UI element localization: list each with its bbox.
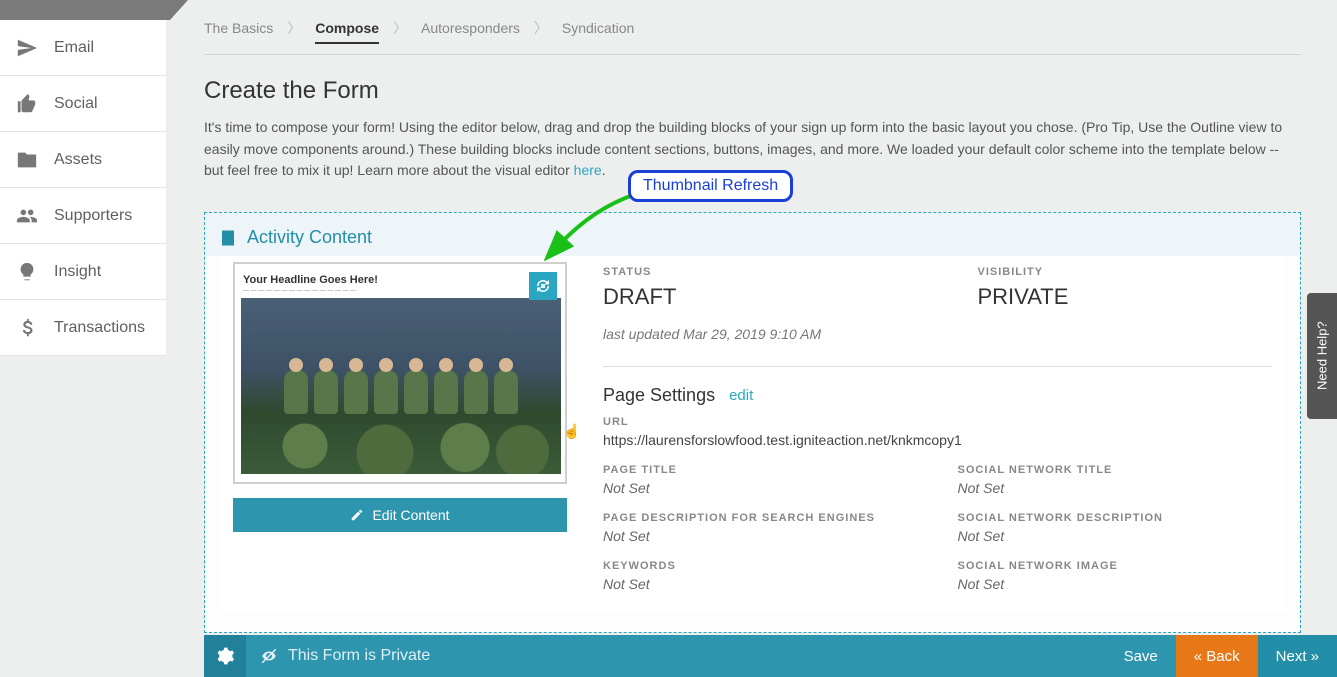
social-image-value: Not Set bbox=[958, 576, 1273, 592]
pencil-icon bbox=[350, 508, 364, 522]
crumb-syndication[interactable]: Syndication bbox=[562, 20, 634, 36]
page-description-value: Not Set bbox=[603, 528, 918, 544]
bottom-bar: This Form is Private Save « Back Next » bbox=[204, 635, 1337, 677]
sidebar-item-transactions[interactable]: Transactions bbox=[0, 300, 166, 356]
edit-content-label: Edit Content bbox=[372, 507, 449, 523]
sidebar-item-assets[interactable]: Assets bbox=[0, 132, 166, 188]
edit-content-button[interactable]: Edit Content bbox=[233, 498, 567, 532]
paper-plane-icon bbox=[16, 37, 38, 59]
privacy-text: This Form is Private bbox=[288, 647, 430, 665]
page-title-label: PAGE TITLE bbox=[603, 464, 918, 476]
sidebar-item-label: Supporters bbox=[54, 207, 132, 225]
url-value: https://laurensforslowfood.test.igniteac… bbox=[603, 432, 1272, 448]
crumb-the-basics[interactable]: The Basics bbox=[204, 20, 273, 36]
sidebar: Email Social Assets Supporters Insight T… bbox=[0, 0, 166, 677]
crumb-compose[interactable]: Compose bbox=[315, 20, 379, 44]
visibility-value: PRIVATE bbox=[978, 284, 1273, 310]
intro-link-here[interactable]: here bbox=[574, 162, 602, 178]
thumbnail-photo bbox=[241, 298, 561, 474]
social-title-value: Not Set bbox=[958, 480, 1273, 496]
eye-slash-icon bbox=[260, 647, 278, 665]
thumbnail-headline: Your Headline Goes Here! bbox=[241, 270, 559, 288]
sidebar-item-insight[interactable]: Insight bbox=[0, 244, 166, 300]
keywords-value: Not Set bbox=[603, 576, 918, 592]
content-thumbnail[interactable]: Your Headline Goes Here! — — — — — — — —… bbox=[233, 262, 567, 484]
visibility-label: VISIBILITY bbox=[978, 266, 1273, 278]
intro-period: . bbox=[602, 162, 606, 178]
crumb-autoresponders[interactable]: Autoresponders bbox=[421, 20, 520, 36]
breadcrumb: The Basics 〉 Compose 〉 Autoresponders 〉 … bbox=[204, 10, 1301, 55]
panel-title: Activity Content bbox=[247, 227, 372, 248]
meta-column: STATUS DRAFT VISIBILITY PRIVATE last upd… bbox=[603, 262, 1272, 592]
page-title-value: Not Set bbox=[603, 480, 918, 496]
next-button[interactable]: Next » bbox=[1258, 635, 1337, 677]
url-label: URL bbox=[603, 416, 1272, 428]
save-button[interactable]: Save bbox=[1106, 635, 1176, 677]
page-settings-edit-link[interactable]: edit bbox=[729, 387, 753, 404]
need-help-tab[interactable]: Need Help? bbox=[1307, 293, 1337, 419]
sidebar-item-label: Social bbox=[54, 95, 98, 113]
sidebar-item-label: Assets bbox=[54, 151, 102, 169]
social-description-value: Not Set bbox=[958, 528, 1273, 544]
thumbnail-column: Your Headline Goes Here! — — — — — — — —… bbox=[233, 262, 567, 592]
page-settings-heading: Page Settings bbox=[603, 385, 715, 406]
main: The Basics 〉 Compose 〉 Autoresponders 〉 … bbox=[166, 0, 1337, 677]
document-icon bbox=[219, 229, 237, 247]
status-value: DRAFT bbox=[603, 284, 898, 310]
settings-gear-button[interactable] bbox=[204, 635, 246, 677]
thumbs-up-icon bbox=[16, 93, 38, 115]
sidebar-item-email[interactable]: Email bbox=[0, 20, 166, 76]
lightbulb-icon bbox=[16, 261, 38, 283]
status-label: STATUS bbox=[603, 266, 898, 278]
sidebar-collapsed-tab[interactable] bbox=[0, 0, 170, 20]
dollar-icon bbox=[16, 317, 38, 339]
social-title-label: SOCIAL NETWORK TITLE bbox=[958, 464, 1273, 476]
sidebar-item-label: Transactions bbox=[54, 319, 145, 337]
people-icon bbox=[16, 205, 38, 227]
panel-header: Activity Content bbox=[205, 213, 1300, 256]
social-description-label: SOCIAL NETWORK DESCRIPTION bbox=[958, 512, 1273, 524]
privacy-indicator: This Form is Private bbox=[260, 647, 430, 665]
keywords-label: KEYWORDS bbox=[603, 560, 918, 572]
back-button[interactable]: « Back bbox=[1176, 635, 1258, 677]
thumbnail-subtext: — — — — — — — — — — — — — — — bbox=[241, 288, 559, 298]
sidebar-item-supporters[interactable]: Supporters bbox=[0, 188, 166, 244]
folder-icon bbox=[16, 149, 38, 171]
refresh-thumbnail-button[interactable] bbox=[529, 272, 557, 300]
callout-thumbnail-refresh: Thumbnail Refresh bbox=[628, 170, 793, 202]
divider bbox=[603, 366, 1272, 367]
page-title: Create the Form bbox=[204, 77, 1301, 105]
sidebar-item-social[interactable]: Social bbox=[0, 76, 166, 132]
refresh-icon bbox=[534, 277, 552, 295]
chevron-right-icon: 〉 bbox=[534, 18, 548, 38]
chevron-right-icon: 〉 bbox=[287, 18, 301, 38]
activity-content-panel: Activity Content Your Headline Goes Here… bbox=[204, 212, 1301, 633]
social-image-label: SOCIAL NETWORK IMAGE bbox=[958, 560, 1273, 572]
gear-icon bbox=[215, 646, 235, 666]
sidebar-item-label: Email bbox=[54, 39, 94, 57]
last-updated: last updated Mar 29, 2019 9:10 AM bbox=[603, 326, 1272, 342]
chevron-right-icon: 〉 bbox=[393, 18, 407, 38]
arrow-icon bbox=[544, 188, 644, 268]
sidebar-item-label: Insight bbox=[54, 263, 101, 281]
page-description-label: PAGE DESCRIPTION FOR SEARCH ENGINES bbox=[603, 512, 918, 524]
